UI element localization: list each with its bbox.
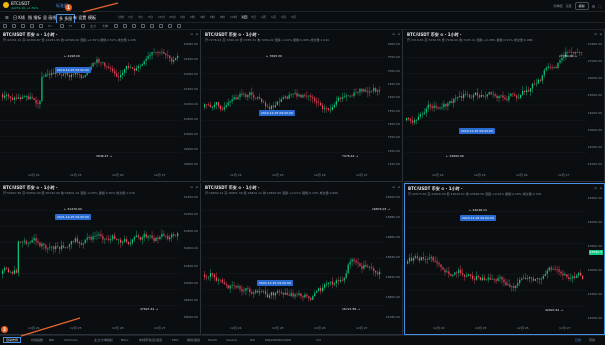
arrow-line-1 (82, 2, 119, 13)
arrow-line-2 (20, 317, 81, 337)
annotation-arrows (20, 2, 119, 337)
